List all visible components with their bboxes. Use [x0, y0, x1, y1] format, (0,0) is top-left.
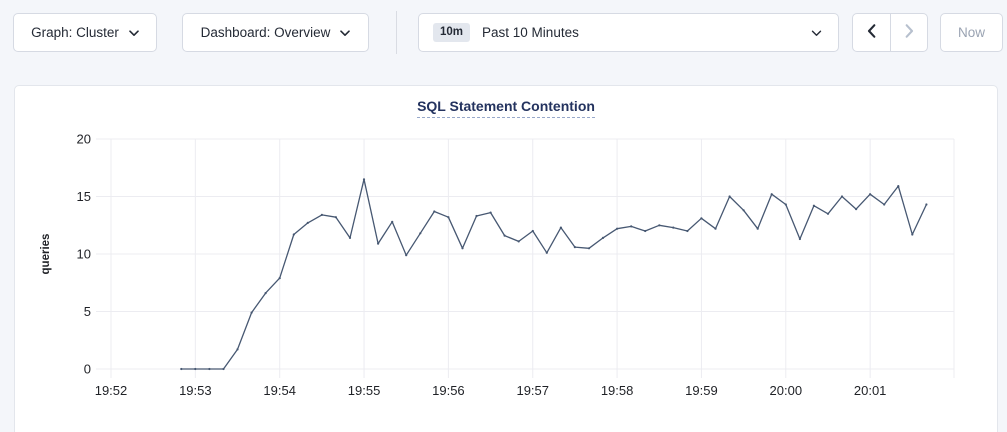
- series-line: [181, 179, 926, 369]
- data-point: [897, 185, 899, 187]
- data-point: [602, 237, 604, 239]
- data-point: [208, 368, 210, 370]
- data-point: [813, 205, 815, 207]
- data-point: [293, 233, 295, 235]
- data-point: [616, 228, 618, 230]
- chevron-left-icon: [867, 24, 876, 41]
- data-point: [672, 227, 674, 229]
- data-point: [236, 348, 238, 350]
- data-point: [841, 195, 843, 197]
- data-point: [419, 232, 421, 234]
- chevron-down-icon: [340, 30, 350, 37]
- data-point: [883, 203, 885, 205]
- data-point: [461, 247, 463, 249]
- dashboard-dropdown-label: Dashboard: Overview: [201, 25, 331, 40]
- data-point: [771, 193, 773, 195]
- y-axis-label: queries: [40, 234, 52, 275]
- data-point: [490, 212, 492, 214]
- time-range-label: Past 10 Minutes: [482, 25, 579, 40]
- toolbar-divider: [396, 11, 397, 54]
- data-point: [714, 228, 716, 230]
- x-tick-label: 19:58: [601, 383, 634, 398]
- y-tick-label: 20: [77, 132, 91, 147]
- data-point: [504, 235, 506, 237]
- chevron-right-icon: [905, 24, 914, 41]
- data-point: [194, 368, 196, 370]
- dashboard-dropdown[interactable]: Dashboard: Overview: [182, 13, 369, 52]
- data-point: [869, 193, 871, 195]
- previous-time-window-button[interactable]: [853, 14, 890, 51]
- graph-dropdown[interactable]: Graph: Cluster: [13, 13, 157, 52]
- data-point: [855, 208, 857, 210]
- data-point: [363, 178, 365, 180]
- data-point: [560, 227, 562, 229]
- chart-panel: SQL Statement Contention 0510152019:5219…: [14, 85, 998, 432]
- data-point: [433, 210, 435, 212]
- time-window-arrows: [852, 13, 928, 52]
- data-point: [532, 230, 534, 232]
- time-range-picker[interactable]: 10m Past 10 Minutes: [418, 13, 839, 52]
- x-tick-label: 19:56: [432, 383, 465, 398]
- data-point: [180, 368, 182, 370]
- data-point: [447, 216, 449, 218]
- x-tick-label: 19:52: [95, 383, 128, 398]
- data-point: [911, 233, 913, 235]
- data-point: [588, 247, 590, 249]
- data-point: [827, 213, 829, 215]
- data-point: [265, 292, 267, 294]
- data-point: [574, 246, 576, 248]
- x-tick-label: 19:53: [179, 383, 212, 398]
- data-point: [307, 222, 309, 224]
- graph-dropdown-label: Graph: Cluster: [31, 25, 119, 40]
- data-point: [799, 238, 801, 240]
- data-point: [377, 243, 379, 245]
- data-point: [700, 217, 702, 219]
- data-point: [743, 209, 745, 211]
- y-tick-label: 15: [77, 189, 91, 204]
- y-tick-label: 5: [84, 304, 91, 319]
- now-button-label: Now: [958, 25, 985, 40]
- data-point: [630, 225, 632, 227]
- x-tick-label: 19:57: [516, 383, 549, 398]
- next-time-window-button[interactable]: [890, 14, 927, 51]
- data-point: [391, 221, 393, 223]
- data-point: [686, 230, 688, 232]
- data-point: [335, 216, 337, 218]
- data-point: [546, 252, 548, 254]
- x-tick-label: 19:55: [348, 383, 381, 398]
- data-point: [729, 195, 731, 197]
- data-point: [405, 254, 407, 256]
- x-tick-label: 20:00: [770, 383, 803, 398]
- y-tick-label: 10: [77, 247, 91, 262]
- data-point: [518, 240, 520, 242]
- sql-contention-line-chart[interactable]: 0 5 10 15 20 19:52 19:53 19:54 19:55 19:56 19:57 19…: [15, 86, 999, 432]
- data-point: [644, 230, 646, 232]
- data-point: [222, 368, 224, 370]
- data-point: [321, 214, 323, 216]
- data-point: [349, 237, 351, 239]
- chevron-down-icon: [811, 30, 822, 37]
- x-tick-label: 19:59: [685, 383, 718, 398]
- data-point: [785, 203, 787, 205]
- chevron-down-icon: [129, 30, 139, 37]
- data-point: [658, 224, 660, 226]
- data-point: [279, 277, 281, 279]
- data-point: [757, 228, 759, 230]
- y-tick-label: 0: [84, 362, 91, 377]
- x-tick-label: 20:01: [854, 383, 887, 398]
- data-point: [251, 312, 253, 314]
- time-range-badge: 10m: [433, 23, 470, 43]
- now-button[interactable]: Now: [940, 13, 1003, 52]
- x-tick-label: 19:54: [263, 383, 296, 398]
- data-point: [925, 203, 927, 205]
- data-point: [475, 215, 477, 217]
